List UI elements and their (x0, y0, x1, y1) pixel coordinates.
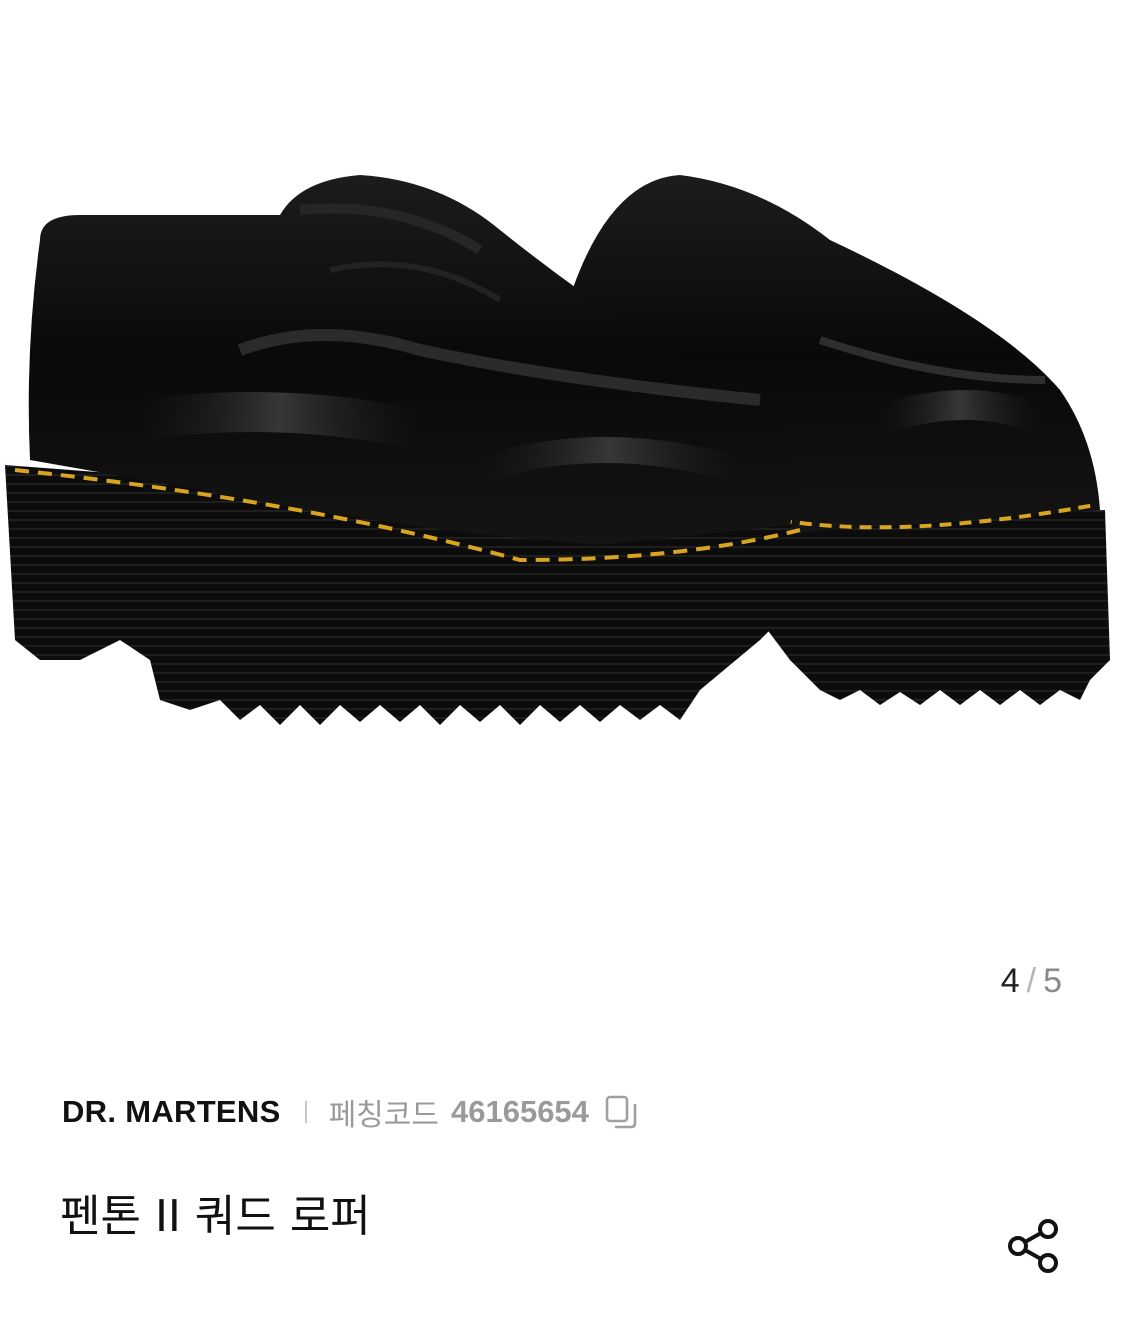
product-title: 펜톤 II 쿼드 로퍼 (60, 1191, 371, 1242)
product-code-value: 46165654 (450, 1094, 589, 1129)
current-page: 4 (1000, 962, 1021, 1000)
meta-divider (304, 1101, 307, 1123)
product-image (5, 175, 1110, 725)
brand-name[interactable]: DR. MARTENS (62, 1094, 281, 1130)
share-icon (1008, 1219, 1058, 1273)
copy-icon (605, 1095, 637, 1129)
total-pages: 5 (1043, 962, 1063, 1000)
product-code-label: 페칭코드 (328, 1098, 439, 1133)
page-separator: / (1026, 962, 1038, 1000)
image-page-indicator: 4/5 (1001, 962, 1063, 1001)
copy-code-button[interactable] (601, 1092, 641, 1132)
share-button[interactable] (998, 1210, 1070, 1282)
product-image-gallery[interactable]: 4/5 (0, 0, 1125, 1030)
product-meta-row: DR. MARTENS 페칭코드 46165654 (62, 1090, 641, 1134)
